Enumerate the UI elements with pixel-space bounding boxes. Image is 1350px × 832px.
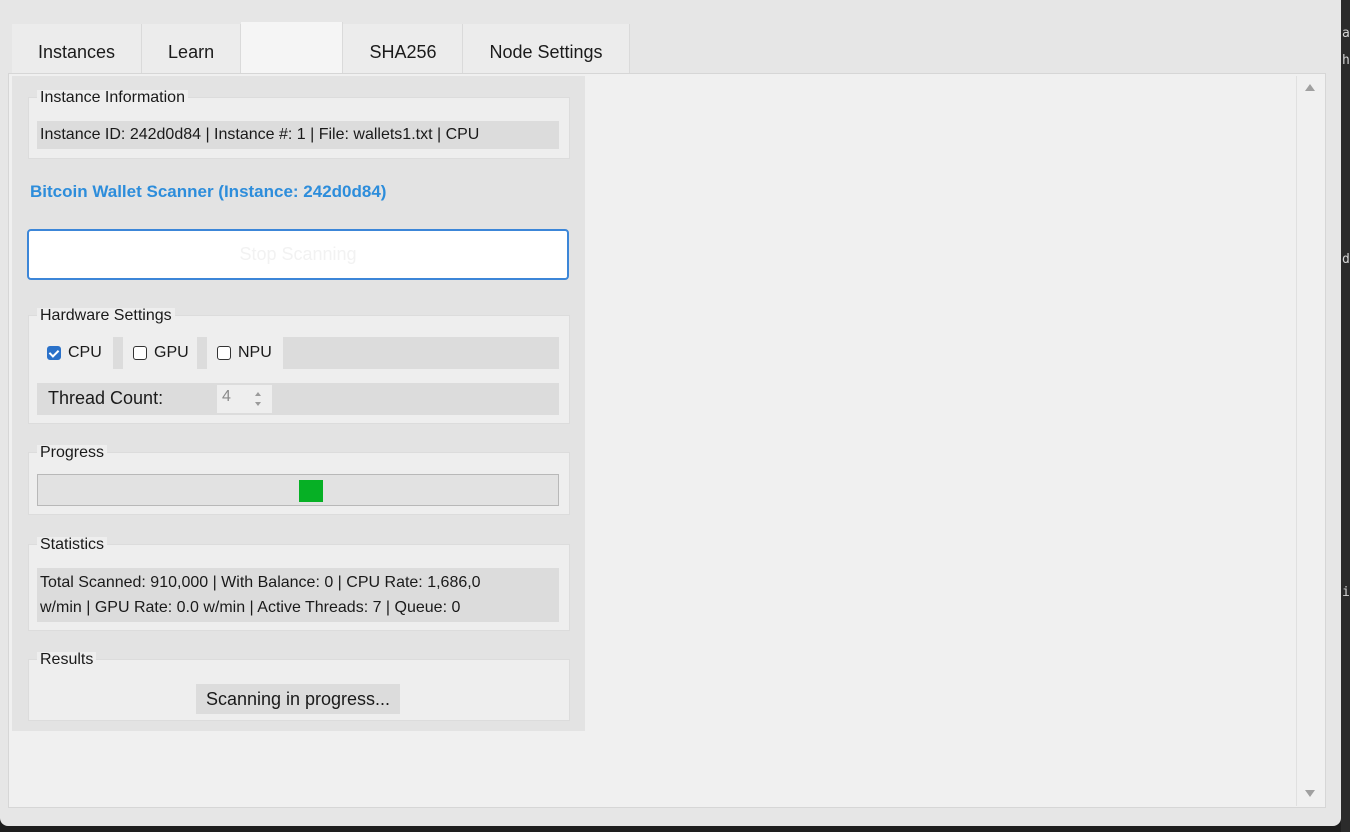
statistics-title: Statistics (37, 537, 108, 553)
spin-up-arrow-icon[interactable] (255, 392, 261, 396)
progress-title: Progress (37, 445, 108, 461)
statistics-line-2: w/min | GPU Rate: 0.0 w/min | Active Thr… (40, 599, 461, 616)
statistics-line-1: Total Scanned: 910,000 | With Balance: 0… (40, 574, 481, 591)
results-status: Scanning in progress... (196, 684, 400, 714)
vertical-scrollbar[interactable] (1296, 76, 1324, 806)
npu-checkbox[interactable]: NPU (207, 337, 283, 369)
instance-info-text: Instance ID: 242d0d84 | Instance #: 1 | … (37, 121, 559, 149)
thread-count-label: Thread Count: (48, 388, 164, 408)
edge-char-1: a (1342, 26, 1350, 41)
cpu-checkbox[interactable]: CPU (37, 337, 113, 369)
scan-progress-bar (37, 474, 559, 506)
tab-instances[interactable]: Instances (12, 24, 143, 73)
tab-sha256[interactable]: SHA256 (343, 24, 464, 73)
hardware-settings-title: Hardware Settings (37, 308, 175, 324)
scroll-down-arrow-icon[interactable] (1305, 790, 1315, 797)
main-window: Instances Learn Wallet SHA256 Node Setti… (0, 0, 1341, 826)
tab-learn[interactable]: Learn (142, 24, 242, 73)
thread-count-spinbox[interactable]: 4 (217, 385, 272, 413)
tab-bar: Instances Learn Wallet SHA256 Node Setti… (12, 22, 630, 74)
gpu-checkbox[interactable]: GPU (123, 337, 197, 369)
edge-char-3: d (1342, 252, 1350, 267)
gpu-label: GPU (154, 344, 189, 361)
tab-wallet[interactable]: Wallet (241, 22, 344, 74)
checkbox-unchecked-icon[interactable] (217, 346, 231, 360)
hardware-checkbox-row: CPU GPU NPU (37, 337, 559, 369)
stop-scanning-button[interactable]: Stop Scanning (27, 229, 569, 280)
instance-info-title: Instance Information (37, 90, 188, 106)
progress-indicator (299, 480, 323, 502)
results-title: Results (37, 652, 97, 668)
spin-down-arrow-icon[interactable] (255, 402, 261, 406)
spin-arrows[interactable] (252, 388, 265, 410)
scroll-up-arrow-icon[interactable] (1305, 84, 1315, 91)
adjacent-window-edge: a h d i (1341, 0, 1350, 832)
edge-char-2: h (1342, 53, 1350, 68)
tab-node-settings[interactable]: Node Settings (463, 24, 630, 73)
statistics-text: Total Scanned: 910,000 | With Balance: 0… (37, 568, 559, 622)
thread-count-row: Thread Count: 4 (37, 383, 559, 415)
thread-count-value[interactable]: 4 (222, 388, 231, 406)
cpu-label: CPU (68, 344, 102, 361)
checkbox-unchecked-icon[interactable] (133, 346, 147, 360)
npu-label: NPU (238, 344, 272, 361)
app-title: Bitcoin Wallet Scanner (Instance: 242d0d… (30, 182, 387, 201)
edge-char-4: i (1342, 585, 1350, 600)
checkbox-checked-icon[interactable] (47, 346, 61, 360)
